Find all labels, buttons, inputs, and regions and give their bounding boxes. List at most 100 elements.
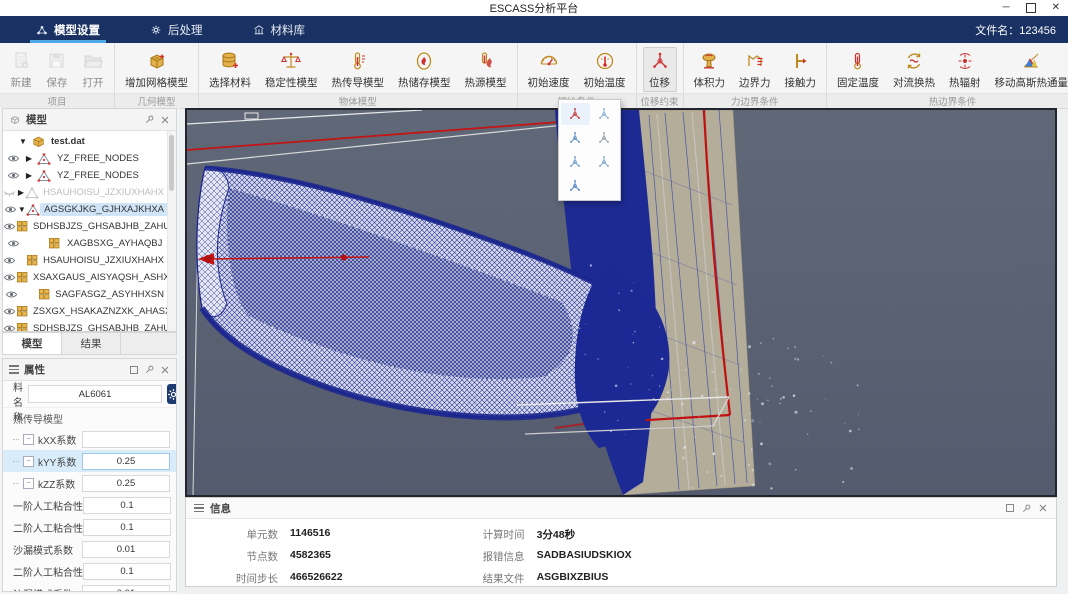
restore-panel-icon[interactable] xyxy=(129,365,139,375)
expander-collapsed-icon[interactable]: ▶ xyxy=(17,188,25,197)
property-value-input[interactable] xyxy=(82,453,170,470)
toolbar-button-initial-velocity[interactable]: 初始速度 xyxy=(522,47,576,92)
nav-tab-3[interactable]: 材料库 xyxy=(239,16,320,43)
property-label: −kYY系数 xyxy=(13,454,82,469)
constraint-type-6[interactable] xyxy=(590,151,619,173)
constraint-type-7[interactable] xyxy=(561,175,590,197)
tree-item[interactable]: ▼AGSGKJKG_GJHXAJKHXA xyxy=(3,201,168,218)
toolbar-button-open-folder[interactable]: 打开 xyxy=(76,47,110,92)
tree-item[interactable]: SAGFASGZ_ASYHHXSN xyxy=(3,286,168,303)
constraint-type-5[interactable] xyxy=(561,151,590,173)
restore-panel-icon[interactable] xyxy=(1005,503,1015,513)
constraint-type-1[interactable] xyxy=(561,103,590,125)
toolbar-button-stability-model[interactable]: 稳定性模型 xyxy=(259,47,324,92)
tree-item[interactable]: ▶YZ_FREE_NODES xyxy=(3,167,168,184)
model-tree: ▼test.dat▶YZ_FREE_NODES▶YZ_FREE_NODES▶HS… xyxy=(3,131,168,331)
property-row[interactable]: 二阶人工粘合性 xyxy=(3,560,176,582)
visibility-eye-off-icon[interactable] xyxy=(3,186,17,199)
constraint-type-3[interactable] xyxy=(561,127,590,149)
property-value-input[interactable] xyxy=(83,497,171,514)
tree-item[interactable]: ▶HSAUHOISU_JZXIUXHAHX xyxy=(3,184,168,201)
material-settings-button[interactable] xyxy=(167,384,176,404)
toolbar-button-thermal-radiation[interactable]: 热辐射 xyxy=(943,47,987,92)
toolbar-button-body-force[interactable]: 体积力 xyxy=(688,47,732,92)
property-row[interactable]: 一阶人工粘合性 xyxy=(3,494,176,516)
visibility-eye-icon[interactable] xyxy=(3,271,16,284)
toolbar-button-heat-source-model[interactable]: 热源模型 xyxy=(459,47,513,92)
toolbar-button-new-file[interactable]: 新建 xyxy=(4,47,38,92)
property-row[interactable]: −kYY系数 xyxy=(3,450,176,472)
pin-icon[interactable] xyxy=(1021,503,1032,514)
tree-item[interactable]: ZSXGX_HSAKAZNZXK_AHASX xyxy=(3,303,168,320)
nav-tab-label: 模型设置 xyxy=(54,22,100,38)
expander-collapsed-icon[interactable]: ▶ xyxy=(23,154,35,163)
property-row[interactable]: −kXX系数 xyxy=(3,428,176,450)
toolbar-button-initial-temperature[interactable]: 初始温度 xyxy=(578,47,632,92)
property-row[interactable]: 二阶人工粘合性 xyxy=(3,516,176,538)
close-button[interactable]: ✕ xyxy=(1052,0,1060,16)
toolbar-button-contact-force[interactable]: 接触力 xyxy=(779,47,823,92)
toolbar-button-select-material[interactable]: 选择材料 xyxy=(203,47,257,92)
property-value-input[interactable] xyxy=(82,541,170,558)
toolbar-button-heat-storage-model[interactable]: 热储存模型 xyxy=(392,47,457,92)
tree-item[interactable]: XSAXGAUS_AISYAQSH_ASHX xyxy=(3,269,168,286)
visibility-eye-icon[interactable] xyxy=(3,254,16,267)
pin-icon[interactable] xyxy=(144,114,155,125)
minimize-button[interactable]: ─ xyxy=(1003,0,1010,16)
tree-node-grid-icon xyxy=(26,254,39,267)
expander-expanded-icon[interactable]: ▼ xyxy=(17,137,29,146)
save-icon xyxy=(46,49,68,74)
visibility-eye-icon[interactable] xyxy=(3,288,19,301)
property-row[interactable]: 沙漏模式系数 xyxy=(3,538,176,560)
visibility-eye-icon[interactable] xyxy=(3,152,23,165)
toolbar-button-save[interactable]: 保存 xyxy=(40,47,74,92)
property-value-input[interactable] xyxy=(82,585,170,592)
sidebar-tab-inactive[interactable]: 结果 xyxy=(62,333,121,354)
sidebar-tab-active[interactable]: 模型 xyxy=(3,333,62,354)
toolbar-button-fixed-temperature[interactable]: 固定温度 xyxy=(831,47,885,92)
tree-collapse-box-icon: − xyxy=(23,478,34,489)
property-value-input[interactable] xyxy=(83,563,171,580)
expander-expanded-icon[interactable]: ▼ xyxy=(17,205,26,214)
property-value-input[interactable] xyxy=(83,519,171,536)
restore-button[interactable] xyxy=(1026,3,1036,13)
visibility-eye-icon[interactable] xyxy=(3,237,23,250)
toolbar-button-convection[interactable]: 对流换热 xyxy=(887,47,941,92)
nav-tab-1[interactable]: 模型设置 xyxy=(22,16,114,43)
toolbar-button-moving-gaussian-flux[interactable]: 移动高斯热通量 xyxy=(989,47,1068,92)
property-label: 一阶人工粘合性 xyxy=(13,498,83,513)
visibility-eye-icon[interactable] xyxy=(3,322,16,331)
tree-item[interactable]: ▼test.dat xyxy=(3,133,168,150)
property-row[interactable]: 沙漏模式系数 xyxy=(3,582,176,591)
viewport-3d[interactable] xyxy=(185,108,1057,497)
pin-icon[interactable] xyxy=(144,364,155,375)
property-value-input[interactable] xyxy=(82,431,170,448)
tree-item[interactable]: XAGBSXG_AYHAQBJ xyxy=(3,235,168,252)
visibility-eye-icon[interactable] xyxy=(3,203,17,216)
toolbar-button-add-mesh-model[interactable]: 增加网格模型 xyxy=(119,47,194,92)
toolbar-button-boundary-force[interactable]: 边界力 xyxy=(733,47,777,92)
nav-tab-2[interactable]: 后处理 xyxy=(136,16,217,43)
constraint-type-4[interactable] xyxy=(590,127,619,149)
toolbar-group: 新建保存打开项目 xyxy=(0,43,115,108)
visibility-eye-icon[interactable] xyxy=(3,220,16,233)
tree-item[interactable]: HSAUHOISU_JZXIUXHAHX xyxy=(3,252,168,269)
tree-item[interactable]: SDHSBJZS_GHSABJHB_ZAHU xyxy=(3,218,168,235)
close-icon[interactable] xyxy=(1038,503,1048,513)
expander-collapsed-icon[interactable]: ▶ xyxy=(23,171,35,180)
close-icon[interactable] xyxy=(160,115,170,125)
tree-scrollbar[interactable] xyxy=(167,131,176,331)
visibility-eye-icon[interactable] xyxy=(3,169,23,182)
tree-item[interactable]: ▶YZ_FREE_NODES xyxy=(3,150,168,167)
visibility-eye-icon[interactable] xyxy=(3,305,16,318)
property-row[interactable]: −kZZ系数 xyxy=(3,472,176,494)
tree-item[interactable]: SDHSBJZS_GHSABJHB_ZAHU xyxy=(3,320,168,331)
toolbar-button-displacement-triad[interactable]: 位移 xyxy=(643,47,677,92)
property-label: 沙漏模式系数 xyxy=(13,542,82,557)
property-value-input[interactable] xyxy=(82,475,170,492)
material-name-input[interactable] xyxy=(28,385,162,403)
constraint-type-2[interactable] xyxy=(590,103,619,125)
toolbar-button-heat-conduction-model[interactable]: 热传导模型 xyxy=(326,47,391,92)
close-icon[interactable] xyxy=(160,365,170,375)
toolbar-button-label: 新建 xyxy=(11,75,32,90)
